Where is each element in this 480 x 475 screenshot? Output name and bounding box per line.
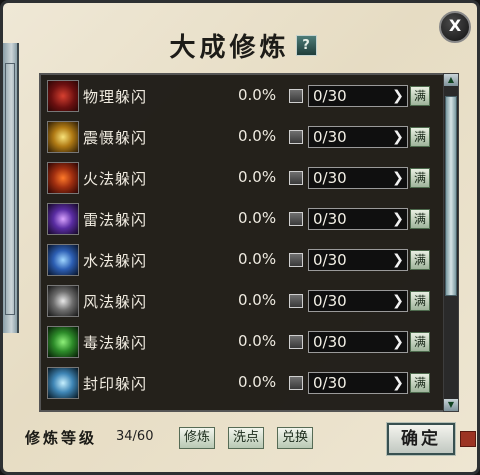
skill-name: 毒法躲闪 <box>83 334 148 352</box>
skill-checkbox[interactable] <box>289 376 303 390</box>
train-button[interactable]: 修炼 <box>179 427 216 449</box>
skill-checkbox[interactable] <box>289 171 303 185</box>
skill-percent: 0.0% <box>238 127 277 145</box>
chevron-right-icon[interactable]: ❯ <box>389 373 407 393</box>
skill-percent: 0.0% <box>238 86 277 104</box>
skill-percent: 0.0% <box>238 250 277 268</box>
seal-dodge-icon <box>47 367 79 399</box>
skill-checkbox[interactable] <box>289 130 303 144</box>
scroll-up-arrow-icon[interactable]: ▲ <box>444 74 458 86</box>
skill-row: 风法躲闪 0.0% 0/30 ❯ 满 <box>43 282 441 318</box>
water-dodge-icon <box>47 244 79 276</box>
skill-checkbox[interactable] <box>289 89 303 103</box>
chevron-right-icon[interactable]: ❯ <box>389 291 407 311</box>
help-icon[interactable]: ? <box>295 35 317 56</box>
skill-list: 物理躲闪 0.0% 0/30 ❯ 满 震慑躲闪 0.0% 0/30 ❯ 满 火法… <box>39 73 448 412</box>
side-scroll-tab[interactable] <box>3 43 19 333</box>
chevron-right-icon[interactable]: ❯ <box>389 168 407 188</box>
list-scrollbar[interactable]: ▲ ▼ <box>443 73 459 412</box>
skill-name: 火法躲闪 <box>83 170 148 188</box>
skill-checkbox[interactable] <box>289 294 303 308</box>
wind-dodge-icon <box>47 285 79 317</box>
skill-name: 水法躲闪 <box>83 252 148 270</box>
skill-percent: 0.0% <box>238 209 277 227</box>
skill-name: 封印躲闪 <box>83 375 148 393</box>
max-button[interactable]: 满 <box>410 291 430 311</box>
scroll-down-arrow-icon[interactable]: ▼ <box>444 399 458 411</box>
red-seal-icon <box>460 431 476 447</box>
skill-checkbox[interactable] <box>289 253 303 267</box>
max-button[interactable]: 满 <box>410 168 430 188</box>
skill-row: 毒法躲闪 0.0% 0/30 ❯ 满 <box>43 323 441 359</box>
skill-row: 震慑躲闪 0.0% 0/30 ❯ 满 <box>43 118 441 154</box>
skill-checkbox[interactable] <box>289 335 303 349</box>
skill-name: 风法躲闪 <box>83 293 148 311</box>
chevron-right-icon[interactable]: ❯ <box>389 250 407 270</box>
chevron-right-icon[interactable]: ❯ <box>389 332 407 352</box>
scroll-thumb[interactable] <box>445 96 457 296</box>
skill-percent: 0.0% <box>238 291 277 309</box>
max-button[interactable]: 满 <box>410 373 430 393</box>
poison-dodge-icon <box>47 326 79 358</box>
skill-name: 物理躲闪 <box>83 88 148 106</box>
max-button[interactable]: 满 <box>410 86 430 106</box>
level-value: 34/60 <box>116 429 154 444</box>
thunder-dodge-icon <box>47 203 79 235</box>
skill-row: 火法躲闪 0.0% 0/30 ❯ 满 <box>43 159 441 195</box>
skill-row: 雷法躲闪 0.0% 0/30 ❯ 满 <box>43 200 441 236</box>
skill-percent: 0.0% <box>238 332 277 350</box>
skill-row: 水法躲闪 0.0% 0/30 ❯ 满 <box>43 241 441 277</box>
skill-row: 物理躲闪 0.0% 0/30 ❯ 满 <box>43 77 441 113</box>
skill-percent: 0.0% <box>238 373 277 391</box>
close-button[interactable]: X <box>439 11 471 43</box>
skill-row: 封印躲闪 0.0% 0/30 ❯ 满 <box>43 364 441 400</box>
skill-name: 雷法躲闪 <box>83 211 148 229</box>
chevron-right-icon[interactable]: ❯ <box>389 127 407 147</box>
max-button[interactable]: 满 <box>410 332 430 352</box>
fire-dodge-icon <box>47 162 79 194</box>
chevron-right-icon[interactable]: ❯ <box>389 209 407 229</box>
max-button[interactable]: 满 <box>410 209 430 229</box>
physical-dodge-icon <box>47 80 79 112</box>
skill-percent: 0.0% <box>238 168 277 186</box>
window-title: 大成修炼? <box>3 27 477 64</box>
chevron-right-icon[interactable]: ❯ <box>389 86 407 106</box>
shock-dodge-icon <box>47 121 79 153</box>
exchange-button[interactable]: 兑换 <box>277 427 314 449</box>
level-label: 修炼等级 <box>25 429 98 447</box>
skill-name: 震慑躲闪 <box>83 129 148 147</box>
max-button[interactable]: 满 <box>410 250 430 270</box>
training-window: 大成修炼? X 物理躲闪 0.0% 0/30 ❯ 满 震慑躲闪 0.0% 0/3… <box>0 0 480 475</box>
max-button[interactable]: 满 <box>410 127 430 147</box>
reset-points-button[interactable]: 洗点 <box>228 427 265 449</box>
skill-checkbox[interactable] <box>289 212 303 226</box>
confirm-button[interactable]: 确定 <box>386 422 456 456</box>
